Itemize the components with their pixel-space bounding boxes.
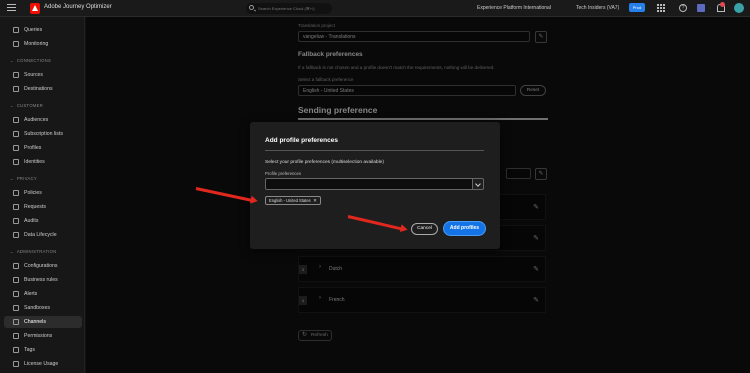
subscription-lists-icon (13, 131, 19, 137)
query-icon (13, 27, 19, 33)
sidebar-item-policies[interactable]: Policies (0, 187, 85, 199)
sidebar-item-subscription-lists[interactable]: Subscription lists (0, 128, 85, 140)
sidebar-item-permissions[interactable]: Permissions (0, 330, 85, 342)
selected-preference-tag: English - United States ✕ (265, 196, 321, 205)
app-switcher-icon[interactable] (657, 4, 665, 12)
sidebar-item-label: Identities (24, 159, 45, 165)
sidebar-item-channels[interactable]: Channels (4, 316, 82, 328)
sidebar-item-label: Queries (24, 27, 43, 33)
sidebar-item-label: Configurations (24, 263, 58, 269)
channels-icon (13, 319, 19, 325)
destinations-icon (13, 86, 19, 92)
sidebar-item-requests[interactable]: Requests (0, 201, 85, 213)
dialog-title: Add profile preferences (265, 137, 338, 144)
sidebar-item-identities[interactable]: Identities (0, 156, 85, 168)
sidebar-item-business-rules[interactable]: Business rules (0, 274, 85, 286)
sidebar-item-label: Destinations (24, 86, 53, 92)
top-bar: Adobe Journey Optimizer Search Experienc… (0, 0, 750, 17)
identities-icon (13, 159, 19, 165)
global-search[interactable]: Search Experience Cloud (⌘+/) (246, 3, 332, 14)
remove-tag-icon[interactable]: ✕ (313, 197, 317, 204)
sidebar-item-tags[interactable]: Tags (0, 344, 85, 356)
sidebar-item-label: Alerts (24, 291, 38, 297)
app-title: Adobe Journey Optimizer (44, 4, 112, 10)
hamburger-menu-icon[interactable] (7, 4, 16, 13)
audits-icon (13, 218, 19, 224)
notification-badge (720, 2, 725, 7)
sandbox-switcher[interactable]: Tech Insiders (VA7) (576, 5, 619, 11)
sidebar-item-label: Sources (24, 72, 44, 78)
sidebar-item-label: Business rules (24, 277, 58, 283)
permissions-icon (13, 333, 19, 339)
sidebar-item-label: Tags (24, 347, 35, 353)
sandboxes-icon (13, 305, 19, 311)
feedback-icon[interactable] (697, 4, 705, 12)
tags-icon (13, 347, 19, 353)
search-icon (249, 5, 254, 10)
dialog-divider (265, 150, 484, 151)
user-avatar[interactable] (734, 3, 744, 13)
sidebar-item-destinations[interactable]: Destinations (0, 83, 85, 95)
sidebar-item-label: Permissions (24, 333, 53, 339)
sidebar-item-audiences[interactable]: Audiences (0, 114, 85, 126)
add-profile-preferences-dialog: Add profile preferences Select your prof… (250, 122, 500, 249)
sidebar-item-queries[interactable]: Queries (0, 24, 85, 36)
sidebar-item-license-usage[interactable]: License Usage (0, 358, 85, 370)
monitor-icon (13, 41, 19, 47)
sidebar-item-configurations[interactable]: Configurations (0, 260, 85, 272)
sidebar-section-privacy[interactable]: PRIVACY (10, 176, 37, 181)
tag-label: English - United States (269, 198, 311, 203)
sidebar-item-label: Monitoring (24, 41, 49, 47)
sidebar-item-label: License Usage (24, 361, 59, 367)
sidebar-item-label: Profiles (24, 145, 42, 151)
org-switcher[interactable]: Experience Platform International (477, 5, 551, 11)
requests-icon (13, 204, 19, 210)
configurations-icon (13, 263, 19, 269)
chevron-down-icon[interactable] (472, 178, 484, 190)
sidebar-item-audits[interactable]: Audits (0, 215, 85, 227)
sidebar-item-alerts[interactable]: Alerts (0, 288, 85, 300)
sidebar-section-customer[interactable]: CUSTOMER (10, 103, 43, 108)
cancel-button[interactable]: Cancel (411, 223, 438, 235)
environment-badge: Prod (629, 3, 645, 12)
audiences-icon (13, 117, 19, 123)
alerts-icon (13, 291, 19, 297)
sidebar-item-sources[interactable]: Sources (0, 69, 85, 81)
sidebar-section-administration[interactable]: ADMINISTRATION (10, 249, 57, 254)
license-usage-icon (13, 361, 19, 367)
sidebar-section-connections[interactable]: CONNECTIONS (10, 58, 51, 63)
sidebar-item-label: Audiences (24, 117, 49, 123)
profile-preferences-combobox[interactable] (265, 178, 473, 190)
adobe-logo-icon (30, 3, 40, 14)
sidebar-item-sandboxes[interactable]: Sandboxes (0, 302, 85, 314)
sidebar-item-label: Sandboxes (24, 305, 50, 311)
policies-icon (13, 190, 19, 196)
data-lifecycle-icon (13, 232, 19, 238)
sidebar: Queries Monitoring CONNECTIONS Sources D… (0, 17, 85, 373)
sidebar-item-label: Data Lifecycle (24, 232, 57, 238)
sidebar-item-profiles[interactable]: Profiles (0, 142, 85, 154)
profile-preferences-label: Profile preferences (265, 171, 302, 176)
sidebar-item-label: Audits (24, 218, 39, 224)
dialog-subtitle: Select your profile preferences (multise… (265, 160, 384, 165)
help-icon[interactable]: ? (679, 4, 687, 12)
sidebar-item-label: Requests (24, 204, 46, 210)
add-profiles-button[interactable]: Add profiles (443, 221, 486, 236)
search-placeholder: Search Experience Cloud (⌘+/) (258, 6, 315, 11)
sidebar-item-label: Policies (24, 190, 42, 196)
sidebar-item-data-lifecycle[interactable]: Data Lifecycle (0, 229, 85, 241)
sidebar-item-label: Channels (24, 319, 46, 325)
sources-icon (13, 72, 19, 78)
sidebar-item-label: Subscription lists (24, 131, 63, 137)
sidebar-item-monitoring[interactable]: Monitoring (0, 38, 85, 50)
business-rules-icon (13, 277, 19, 283)
profiles-icon (13, 145, 19, 151)
